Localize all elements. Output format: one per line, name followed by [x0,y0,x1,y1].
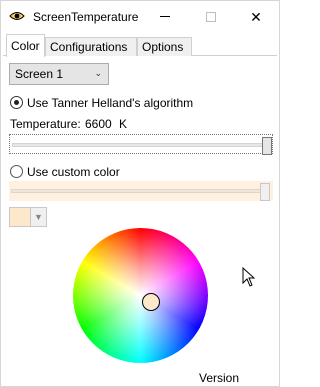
window-title: ScreenTemperature [33,10,139,24]
screen-select-value: Screen 1 [15,67,64,81]
temperature-value: 6600 [85,117,112,131]
temperature-unit: K [119,117,128,131]
custom-color-slider-thumb[interactable] [260,183,270,201]
mouse-pointer-icon [242,267,256,287]
temperature-slider-track [12,143,264,147]
color-wheel[interactable] [73,228,208,363]
custom-color-radio-label[interactable]: Use custom color [27,165,120,179]
screen-select[interactable]: Screen 1 ⌄ [9,63,109,85]
tab-options[interactable]: Options [137,37,192,56]
custom-color-swatch[interactable] [9,207,31,227]
chevron-down-icon: ▼ [34,212,43,222]
chevron-down-icon: ⌄ [94,68,102,78]
custom-color-radio[interactable] [10,165,23,178]
temperature-slider-thumb[interactable] [262,137,272,155]
custom-color-dropdown[interactable]: ▼ [31,207,47,227]
algorithm-radio[interactable] [10,96,23,109]
maximize-icon [206,11,216,22]
tab-color[interactable]: Color [6,34,45,57]
custom-color-slider-track [11,189,261,193]
algorithm-radio-label[interactable]: Use Tanner Helland's algorithm [27,96,193,110]
temperature-slider[interactable] [9,134,273,155]
color-wheel-gradient [73,228,208,363]
close-button[interactable]: ✕ [233,1,279,32]
app-window: ScreenTemperature ✕ Color Configurations… [0,0,280,387]
minimize-icon [160,16,170,17]
title-bar[interactable]: ScreenTemperature ✕ [1,1,279,32]
temperature-label: Temperature: [10,117,81,131]
tab-configurations[interactable]: Configurations [45,37,137,56]
app-eye-icon [9,12,25,20]
minimize-button[interactable] [142,1,188,32]
custom-color-slider[interactable] [9,181,273,201]
maximize-button[interactable] [188,1,234,32]
color-wheel-selector[interactable] [142,293,160,311]
close-icon: ✕ [250,8,262,25]
version-label: Version 4.0.0.0 [199,371,240,387]
